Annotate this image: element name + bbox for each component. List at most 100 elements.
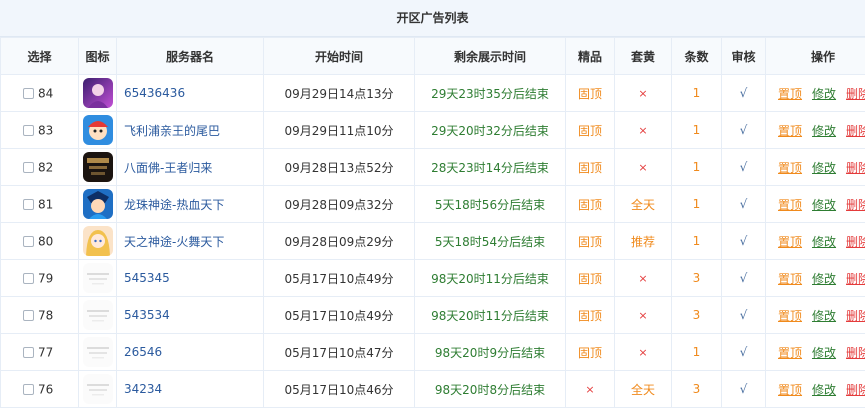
pin-top-link[interactable]: 置顶 xyxy=(778,346,802,360)
placeholder-image-icon xyxy=(82,374,113,404)
table-row: 80 天之神途-火舞天下 09月28日09点29分 5天18时54分后结束 固顶 推荐 1 √… xyxy=(0,222,865,260)
edit-link[interactable]: 修改 xyxy=(812,198,836,212)
server-name-link[interactable]: 26546 xyxy=(116,333,264,371)
count-value: 1 xyxy=(671,148,722,186)
row-id: 79 xyxy=(38,271,54,286)
jingpin-status: 固顶 xyxy=(565,111,615,149)
table-row: 81 龙珠神途-热血天下 09月28日09点32分 5天18时56分后结束 固顶 全天 1 √… xyxy=(0,185,865,223)
row-checkbox[interactable] xyxy=(23,198,34,210)
row-checkbox[interactable] xyxy=(23,235,34,247)
select-cell: 76 xyxy=(0,370,79,408)
icon-cell xyxy=(78,222,117,260)
select-cell: 81 xyxy=(0,185,79,223)
header-icon: 图标 xyxy=(78,37,117,75)
edit-link[interactable]: 修改 xyxy=(812,235,836,249)
table-row: 77 26546 05月17日10点47分 98天20时9分后结束 固顶 × 1 √ 置顶 修改删… xyxy=(0,333,865,371)
remaining-time: 29天23时35分后结束 xyxy=(414,74,566,112)
ad-list-panel: 开区广告列表 选择 图标 服务器名 开始时间 剩余展示时间 精品 套黄 条数 审… xyxy=(0,0,865,409)
edit-link[interactable]: 修改 xyxy=(812,161,836,175)
taohuang-status: × xyxy=(614,333,672,371)
delete-link[interactable]: 删除 xyxy=(846,124,865,138)
delete-link[interactable]: 删除 xyxy=(846,235,865,249)
server-name-link[interactable]: 八面佛-王者归来 xyxy=(116,148,264,186)
header-select: 选择 xyxy=(0,37,79,75)
row-id: 78 xyxy=(38,308,54,323)
row-checkbox[interactable] xyxy=(23,124,34,136)
remaining-time: 98天20时8分后结束 xyxy=(414,370,566,408)
cartoon-hero-icon xyxy=(82,115,113,145)
pin-top-link[interactable]: 置顶 xyxy=(778,161,802,175)
server-name-link[interactable]: 龙珠神途-热血天下 xyxy=(116,185,264,223)
pin-top-link[interactable]: 置顶 xyxy=(778,272,802,286)
audit-status: √ xyxy=(721,222,766,260)
pin-top-link[interactable]: 置顶 xyxy=(778,87,802,101)
delete-link[interactable]: 删除 xyxy=(846,87,865,101)
edit-link[interactable]: 修改 xyxy=(812,124,836,138)
ops-cell: 置顶修改删除 xyxy=(765,148,865,186)
server-name-link[interactable]: 65436436 xyxy=(116,74,264,112)
row-checkbox[interactable] xyxy=(23,383,34,395)
ad-table: 选择 图标 服务器名 开始时间 剩余展示时间 精品 套黄 条数 审核 操作 84… xyxy=(0,37,865,408)
select-cell: 77 xyxy=(0,333,79,371)
delete-link[interactable]: 删除 xyxy=(846,346,865,360)
jingpin-status: 固顶 xyxy=(565,296,615,334)
jingpin-status: 固顶 xyxy=(565,185,615,223)
purple-anime-icon xyxy=(82,78,113,108)
header-server-name: 服务器名 xyxy=(116,37,264,75)
row-id: 82 xyxy=(38,160,54,175)
start-time: 09月28日09点32分 xyxy=(263,185,415,223)
ops-cell: 置顶修改删除 xyxy=(765,259,865,297)
count-value: 3 xyxy=(671,370,722,408)
taohuang-status: × xyxy=(614,74,672,112)
count-value: 1 xyxy=(671,185,722,223)
table-row: 79 545345 05月17日10点49分 98天20时11分后结束 固顶 × 3 √ 置顶修… xyxy=(0,259,865,297)
icon-cell xyxy=(78,148,117,186)
start-time: 09月29日11点10分 xyxy=(263,111,415,149)
edit-link[interactable]: 修改 xyxy=(812,309,836,323)
row-checkbox[interactable] xyxy=(23,87,34,99)
row-id: 81 xyxy=(38,197,54,212)
pin-top-link[interactable]: 置顶 xyxy=(778,235,802,249)
ops-cell: 置顶修改删除 xyxy=(765,185,865,223)
pin-top-link[interactable]: 置顶 xyxy=(778,309,802,323)
row-id: 80 xyxy=(38,234,54,249)
server-name-link[interactable]: 天之神途-火舞天下 xyxy=(116,222,264,260)
edit-link[interactable]: 修改 xyxy=(812,383,836,397)
jingpin-status: 固顶 xyxy=(565,259,615,297)
pin-top-link[interactable]: 置顶 xyxy=(778,124,802,138)
row-checkbox[interactable] xyxy=(23,309,34,321)
ops-cell: 置顶修改删除 xyxy=(765,296,865,334)
delete-link[interactable]: 删除 xyxy=(846,272,865,286)
table-row: 76 34234 05月17日10点46分 98天20时8分后结束 × 全天 3 √ 置顶 修改删… xyxy=(0,370,865,408)
server-name-link[interactable]: 545345 xyxy=(116,259,264,297)
delete-link[interactable]: 删除 xyxy=(846,383,865,397)
header-count: 条数 xyxy=(671,37,722,75)
remaining-time: 5天18时54分后结束 xyxy=(414,222,566,260)
select-cell: 79 xyxy=(0,259,79,297)
count-value: 3 xyxy=(671,259,722,297)
delete-link[interactable]: 删除 xyxy=(846,198,865,212)
count-value: 3 xyxy=(671,296,722,334)
pin-top-link[interactable]: 置顶 xyxy=(778,198,802,212)
edit-link[interactable]: 修改 xyxy=(812,87,836,101)
edit-link[interactable]: 修改 xyxy=(812,346,836,360)
row-checkbox[interactable] xyxy=(23,272,34,284)
row-id: 84 xyxy=(38,86,54,101)
icon-cell xyxy=(78,74,117,112)
delete-link[interactable]: 删除 xyxy=(846,161,865,175)
page-title: 开区广告列表 xyxy=(0,0,865,37)
server-name-link[interactable]: 34234 xyxy=(116,370,264,408)
edit-link[interactable]: 修改 xyxy=(812,272,836,286)
taohuang-status: 全天 xyxy=(614,185,672,223)
row-checkbox[interactable] xyxy=(23,346,34,358)
pin-top-link[interactable]: 置顶 xyxy=(778,383,802,397)
delete-link[interactable]: 删除 xyxy=(846,309,865,323)
header-ops: 操作 xyxy=(765,37,865,75)
start-time: 05月17日10点47分 xyxy=(263,333,415,371)
header-jingpin: 精品 xyxy=(565,37,615,75)
start-time: 05月17日10点49分 xyxy=(263,296,415,334)
server-name-link[interactable]: 543534 xyxy=(116,296,264,334)
select-cell: 83 xyxy=(0,111,79,149)
server-name-link[interactable]: 飞利浦亲王的尾巴 xyxy=(116,111,264,149)
row-checkbox[interactable] xyxy=(23,161,34,173)
